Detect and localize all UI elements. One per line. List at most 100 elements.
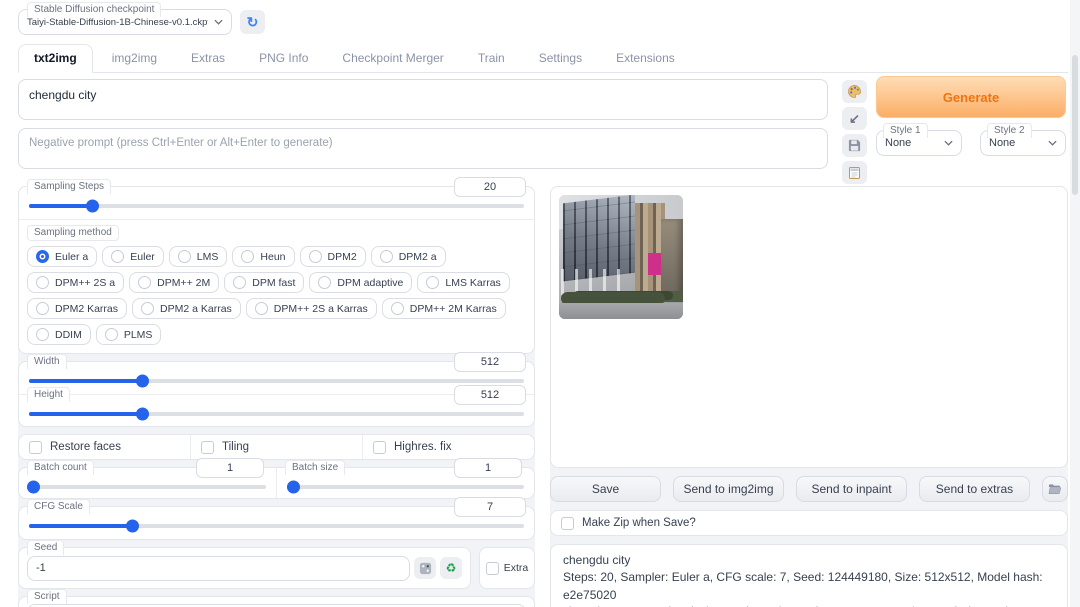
radio-icon[interactable] [391,302,404,315]
radio-icon[interactable] [36,276,49,289]
sampling-steps-value[interactable]: 20 [454,177,526,197]
toggle-highres-fix[interactable]: Highres. fix [362,435,534,459]
batch-count-slider[interactable] [29,485,266,489]
style2-label: Style 2 [987,123,1032,138]
toggle-tiling[interactable]: Tiling [190,435,362,459]
extra-checkbox[interactable] [486,562,499,575]
negative-prompt-input[interactable] [18,128,828,169]
tab-extensions[interactable]: Extensions [601,45,690,72]
radio-icon[interactable] [241,250,254,263]
radio-icon[interactable] [309,250,322,263]
tab-checkpoint-merger[interactable]: Checkpoint Merger [327,45,458,72]
height-row: Height 512 [19,394,534,426]
batch-size-value[interactable]: 1 [454,458,522,478]
cfg-slider[interactable] [29,524,524,528]
sampling-method-option[interactable]: Euler a [27,246,97,267]
radio-icon[interactable] [36,250,49,263]
style2-select[interactable]: Style 2 None [980,130,1066,156]
cfg-value[interactable]: 7 [454,497,526,517]
tab-txt2img[interactable]: txt2img [18,44,93,73]
sampling-method-option[interactable]: DPM2 a [371,246,446,267]
chevron-down-icon [214,19,223,25]
sampling-steps-slider[interactable] [29,204,524,208]
tab-settings[interactable]: Settings [524,45,597,72]
sampling-method-option[interactable]: DDIM [27,324,91,345]
sampling-method-option[interactable]: DPM++ 2S a Karras [246,298,377,319]
height-value[interactable]: 512 [454,385,526,405]
width-slider[interactable] [29,379,524,383]
seed-block: Seed ♻ [18,547,471,589]
radio-icon[interactable] [233,276,246,289]
make-zip-block[interactable]: Make Zip when Save? [550,510,1068,536]
sampling-method-option[interactable]: Heun [232,246,294,267]
refresh-checkpoint-button[interactable]: ↻ [240,10,265,34]
output-column: Save Send to img2img Send to inpaint Sen… [550,186,1068,607]
sampling-method-group: Sampling method Euler aEulerLMSHeunDPM2D… [19,219,534,353]
checkbox-icon[interactable] [29,441,42,454]
generate-button[interactable]: Generate [876,76,1066,118]
checkbox-icon[interactable] [373,441,386,454]
radio-icon[interactable] [36,302,49,315]
sampling-method-option[interactable]: DPM++ 2M Karras [382,298,506,319]
random-seed-dice-icon[interactable] [414,557,436,579]
radio-icon[interactable] [318,276,331,289]
tab-extras[interactable]: Extras [176,45,240,72]
sampling-method-option[interactable]: DPM adaptive [309,272,412,293]
sampling-method-option[interactable]: LMS Karras [417,272,509,293]
save-style-icon[interactable] [842,134,867,157]
tab-train[interactable]: Train [463,45,520,72]
send-to-img2img-button[interactable]: Send to img2img [673,476,784,502]
tab-png-info[interactable]: PNG Info [244,45,323,72]
radio-icon[interactable] [380,250,393,263]
height-slider[interactable] [29,412,524,416]
radio-icon[interactable] [255,302,268,315]
prompt-input[interactable] [18,79,828,120]
seed-row: Seed ♻ Extra [18,547,535,589]
open-folder-icon[interactable] [1042,476,1068,502]
seed-label: Seed [27,540,64,555]
generated-image[interactable] [559,195,683,319]
batch-size-slider[interactable] [287,485,524,489]
script-block: Script None [18,596,535,607]
result-gallery [550,186,1068,468]
batch-size-row: Batch size 1 [276,468,534,498]
tab-img2img[interactable]: img2img [97,45,172,72]
page-scrollbar[interactable] [1070,0,1080,607]
seed-input[interactable] [27,556,410,581]
sampling-method-option[interactable]: DPM fast [224,272,304,293]
read-generation-params-icon[interactable]: ↙ [842,107,867,130]
radio-icon[interactable] [111,250,124,263]
batch-block: Batch count 1 Batch size 1 [18,467,535,499]
sampling-method-option[interactable]: DPM2 a Karras [132,298,241,319]
make-zip-checkbox[interactable] [561,517,574,530]
style1-select[interactable]: Style 1 None [876,130,962,156]
radio-icon[interactable] [141,302,154,315]
radio-icon[interactable] [426,276,439,289]
radio-icon[interactable] [36,328,49,341]
radio-icon[interactable] [138,276,151,289]
scrollbar-thumb[interactable] [1072,55,1078,195]
checkpoint-value: Taiyi-Stable-Diffusion-1B-Chinese-v0.1.c… [27,17,208,28]
radio-icon[interactable] [105,328,118,341]
radio-icon[interactable] [178,250,191,263]
seed-extra-block[interactable]: Extra [479,547,535,589]
send-to-inpaint-button[interactable]: Send to inpaint [796,476,907,502]
style-palette-icon[interactable] [842,80,867,103]
sampling-method-option[interactable]: Euler [102,246,164,267]
batch-count-value[interactable]: 1 [196,458,264,478]
apply-style-icon[interactable] [842,161,867,184]
style1-label: Style 1 [883,123,928,138]
sampling-method-option[interactable]: DPM2 [300,246,366,267]
sampling-method-option[interactable]: LMS [169,246,228,267]
checkpoint-select[interactable]: Stable Diffusion checkpoint Taiyi-Stable… [18,9,232,35]
reuse-seed-recycle-icon[interactable]: ♻ [440,557,462,579]
sampling-method-option[interactable]: DPM++ 2S a [27,272,124,293]
send-to-extras-button[interactable]: Send to extras [919,476,1030,502]
toggle-restore-faces[interactable]: Restore faces [19,435,190,459]
save-button[interactable]: Save [550,476,661,502]
sampling-method-option[interactable]: DPM2 Karras [27,298,127,319]
sampling-method-option[interactable]: PLMS [96,324,162,345]
sampling-method-option[interactable]: DPM++ 2M [129,272,219,293]
width-value[interactable]: 512 [454,352,526,372]
checkbox-icon[interactable] [201,441,214,454]
